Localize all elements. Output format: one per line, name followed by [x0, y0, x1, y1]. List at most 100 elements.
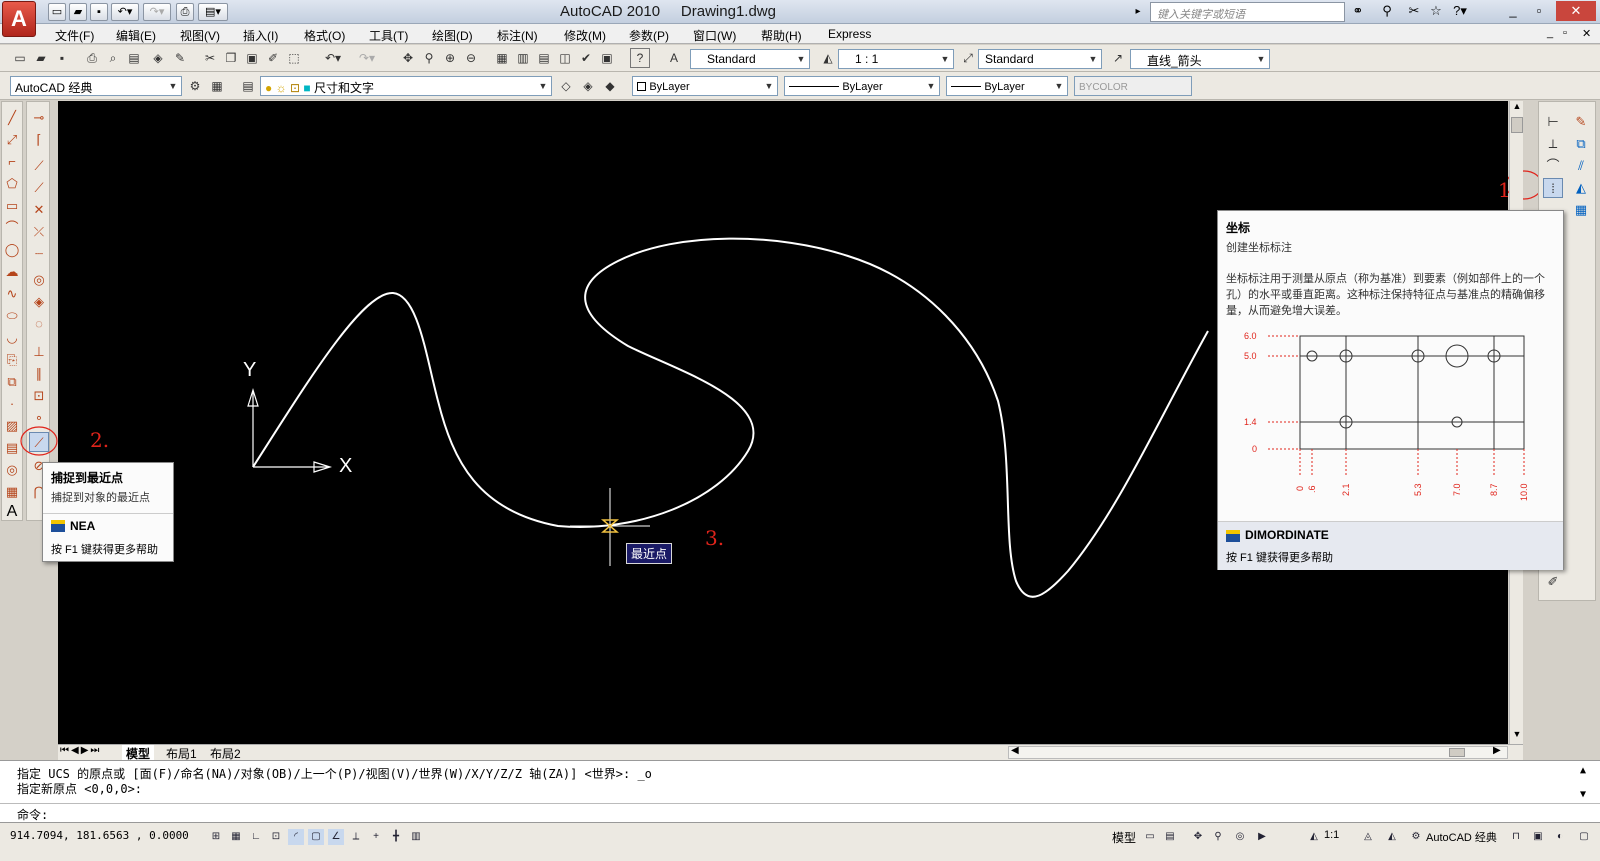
polygon-icon[interactable]: ⬠ — [2, 174, 22, 194]
markup-icon[interactable]: ✔ — [576, 48, 596, 68]
layer-properties-icon[interactable]: ▤ — [238, 76, 258, 96]
annotation-scale-status-icon[interactable]: ◭ — [1306, 829, 1322, 845]
dim-style-dropdown[interactable]: Standard ▼ — [978, 49, 1102, 69]
quickcalc-icon[interactable]: ▣ — [597, 48, 617, 68]
3d-dwf-icon[interactable]: ◈ — [148, 48, 168, 68]
text-style-dropdown[interactable]: Standard ▼ — [690, 49, 810, 69]
model-space-button[interactable]: 模型 — [1112, 829, 1136, 846]
lineweight-dropdown[interactable]: ByLayer ▼ — [946, 76, 1068, 96]
make-block-icon[interactable]: ⧉ — [2, 372, 22, 392]
text-style-icon[interactable]: A — [664, 48, 684, 68]
plot-icon[interactable]: ⎙ — [82, 48, 102, 68]
table-icon[interactable]: ▦ — [2, 482, 22, 502]
snap-parallel-icon[interactable]: ∥ — [29, 364, 49, 384]
scroll-left-icon[interactable]: ◀ — [1011, 745, 1019, 756]
sheet-set-icon[interactable]: ◫ — [555, 48, 575, 68]
snap-perpendicular-icon[interactable]: ⊥ — [29, 342, 49, 362]
menu-format[interactable]: 格式(O) — [304, 27, 345, 44]
block-editor-icon[interactable]: ⬚ — [284, 48, 304, 68]
close-button[interactable]: ✕ — [1556, 1, 1596, 21]
copy-icon[interactable]: ❐ — [221, 48, 241, 68]
undo-icon[interactable]: ↶▾ — [111, 3, 139, 21]
copy-object-icon[interactable]: ⧉ — [1571, 134, 1591, 154]
snap-tangent-icon[interactable]: ◌ — [29, 314, 49, 334]
multileader-style-dropdown[interactable]: 直线_箭头 ▼ — [1130, 49, 1270, 69]
grid-icon[interactable]: ▦ — [228, 829, 244, 845]
hardware-acceleration-icon[interactable]: ▣ — [1530, 829, 1546, 845]
etransmit-icon[interactable]: ✎ — [170, 48, 190, 68]
snap-quadrant-icon[interactable]: ◈ — [29, 292, 49, 312]
vertical-scroll-thumb[interactable] — [1511, 117, 1523, 133]
zoom-window-icon[interactable]: ⊕ — [440, 48, 460, 68]
point-icon[interactable]: · — [2, 394, 22, 414]
menu-express[interactable]: Express — [828, 27, 871, 41]
open-file-icon[interactable]: ▰ — [69, 3, 87, 21]
snap-nearest-icon[interactable]: ⟋ — [29, 432, 49, 452]
cut-icon[interactable]: ✂ — [200, 48, 220, 68]
layer-thaw-icon[interactable]: ☼ — [276, 81, 287, 95]
construction-line-icon[interactable]: ⤢ — [2, 130, 22, 150]
quick-view-drawings-icon[interactable]: ▤ — [1162, 829, 1178, 845]
linetype-dropdown[interactable]: ByLayer ▼ — [784, 76, 940, 96]
ortho-icon[interactable]: ∟ — [248, 829, 264, 845]
menu-file[interactable]: 文件(F) — [55, 27, 94, 44]
command-scroll-down-icon[interactable]: ▼ — [1580, 789, 1586, 800]
favorites-star-icon[interactable]: ☆ — [1426, 3, 1446, 21]
dyn-icon[interactable]: + — [368, 829, 384, 845]
pan-icon[interactable]: ✥ — [398, 48, 418, 68]
linear-dim-icon[interactable]: ⊢ — [1543, 112, 1563, 132]
menu-view[interactable]: 视图(V) — [180, 27, 220, 44]
temp-track-point-icon[interactable]: ⊸ — [29, 108, 49, 128]
array-icon[interactable]: ▦ — [1571, 200, 1591, 220]
snap-endpoint-icon[interactable]: ⟋ — [29, 156, 49, 176]
menu-parametric[interactable]: 参数(P) — [629, 27, 669, 44]
spline-icon[interactable]: ∿ — [2, 284, 22, 304]
help-toolbar-icon[interactable]: ? — [630, 48, 650, 68]
multileader-style-icon[interactable]: ↗ — [1108, 48, 1128, 68]
match-properties-icon[interactable]: ✐ — [263, 48, 283, 68]
plotstyle-dropdown[interactable]: BYCOLOR — [1074, 76, 1192, 96]
dim-style-icon[interactable]: ⤢ — [958, 48, 978, 68]
design-center-icon[interactable]: ▥ — [513, 48, 533, 68]
horizontal-scroll-thumb[interactable] — [1449, 748, 1465, 757]
line-icon[interactable]: ╱ — [2, 108, 22, 128]
redo-icon[interactable]: ↷▾ — [143, 3, 171, 21]
region-icon[interactable]: ◎ — [2, 460, 22, 480]
auto-scale-icon[interactable]: ◭ — [1384, 829, 1400, 845]
scroll-down-icon[interactable]: ▼ — [1511, 729, 1523, 741]
quick-properties-icon[interactable]: ▥ — [408, 829, 424, 845]
publish-icon[interactable]: ▤ — [124, 48, 144, 68]
subscription-key-icon[interactable]: ⚲ — [1377, 3, 1397, 21]
paste-icon[interactable]: ▣ — [242, 48, 262, 68]
snap-center-icon[interactable]: ◎ — [29, 270, 49, 290]
dim-style-manager-icon[interactable]: ✐ — [1543, 572, 1563, 592]
showmotion-icon[interactable]: ▶ — [1254, 829, 1270, 845]
snap-node-icon[interactable]: ∘ — [29, 408, 49, 428]
snap-insert-icon[interactable]: ⊡ — [29, 386, 49, 406]
snap-extension-icon[interactable]: ┈ — [29, 244, 49, 264]
workspace-dropdown[interactable]: AutoCAD 经典 ▼ — [10, 76, 182, 96]
spline-curve[interactable] — [252, 237, 1209, 598]
revision-cloud-icon[interactable]: ☁ — [2, 262, 22, 282]
search-expand-icon[interactable]: ▸ — [1129, 2, 1147, 22]
arc-length-icon[interactable]: ⌒ — [1543, 156, 1563, 176]
horizontal-scrollbar[interactable]: ◀ ▶ — [1008, 745, 1508, 759]
snap-intersection-icon[interactable]: ✕ — [29, 200, 49, 220]
arc-icon[interactable]: ⌒ — [2, 218, 22, 238]
application-menu-button[interactable]: A — [2, 1, 36, 37]
doc-restore-button[interactable]: ▫ — [1563, 27, 1567, 39]
layer-dropdown[interactable]: ● ☼ ⊡ ■ 尺寸和文字 ▼ — [260, 76, 552, 96]
tool-palettes-icon[interactable]: ▤ — [534, 48, 554, 68]
ellipse-icon[interactable]: ⬭ — [2, 306, 22, 326]
offset-icon[interactable]: ◭ — [1571, 178, 1591, 198]
scroll-up-icon[interactable]: ▲ — [1511, 101, 1523, 113]
workspace-status-label[interactable]: AutoCAD 经典 — [1426, 829, 1497, 845]
annotation-visibility-icon[interactable]: ◬ — [1360, 829, 1376, 845]
minimize-button[interactable]: _ — [1500, 1, 1526, 21]
workspace-switch-icon[interactable]: ⚙ — [1408, 829, 1424, 845]
doc-close-button[interactable]: ✕ — [1582, 27, 1591, 40]
redo-icon[interactable]: ↷▾ — [352, 48, 382, 68]
layer-unlock-icon[interactable]: ⊡ — [290, 81, 300, 95]
tab-nav-arrows-icon[interactable]: ⏮◀▶⏭ — [60, 745, 101, 756]
new-icon[interactable]: ▭ — [10, 48, 30, 68]
